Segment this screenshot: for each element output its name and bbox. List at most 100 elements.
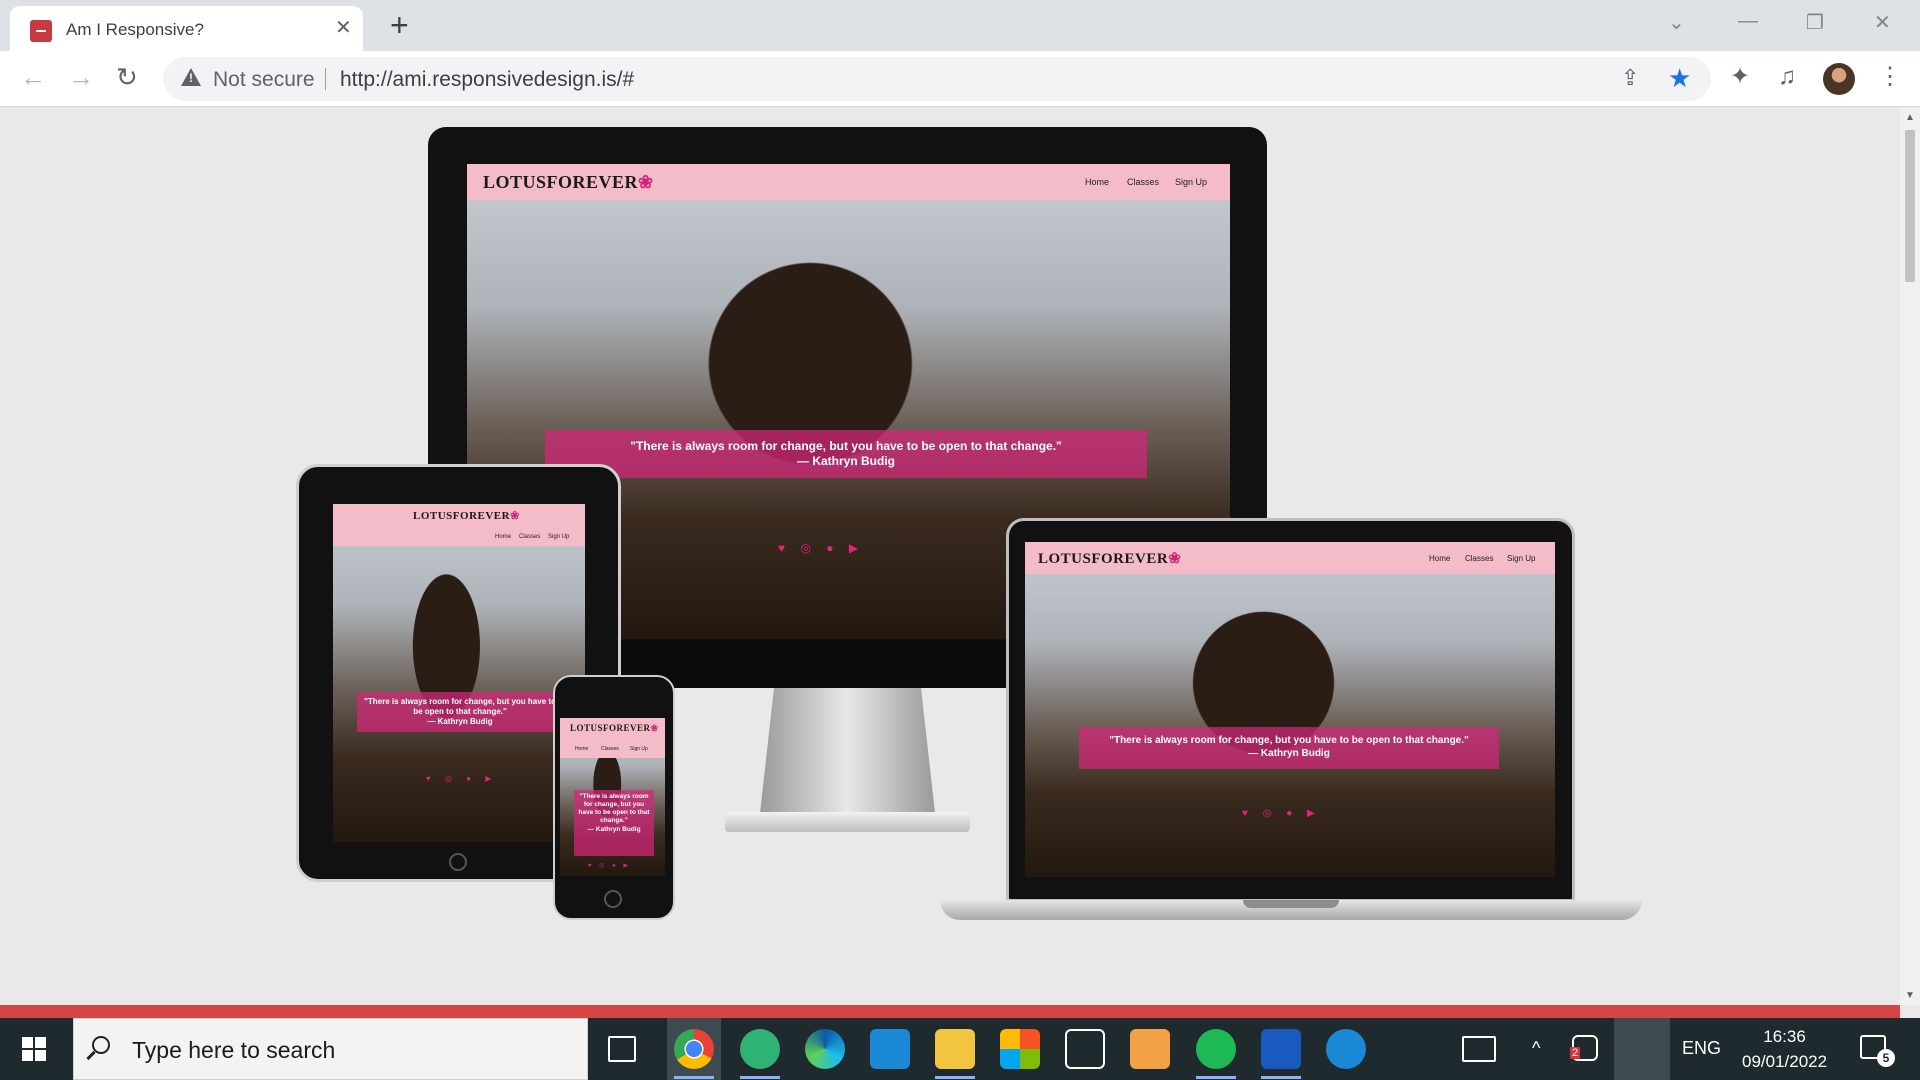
store-icon[interactable] (1000, 1029, 1040, 1069)
scroll-up-arrow-icon[interactable]: ▲ (1905, 112, 1915, 123)
monitor-base (725, 812, 970, 832)
chatgpt-icon[interactable] (740, 1029, 780, 1069)
tablet-home-button (449, 853, 467, 871)
pen-icon[interactable] (1614, 1018, 1670, 1080)
phone-screen: LOTUSFOREVER❀ Home Classes Sign Up "Ther… (560, 718, 665, 876)
dropbox-badge: 2 (1570, 1047, 1581, 1059)
laptop-screen: LOTUSFOREVER❀ Home Classes Sign Up "Ther… (1025, 542, 1555, 877)
tab-search-icon[interactable]: ⌄ (1668, 10, 1685, 35)
site-logo-tablet[interactable]: LOTUSFOREVER❀ (413, 509, 520, 522)
social-icons-laptop[interactable]: ♥ ◎ ● ▶ (1242, 808, 1321, 819)
back-button[interactable]: ← (20, 63, 46, 91)
file-explorer-icon[interactable] (935, 1029, 975, 1069)
app-icon[interactable] (1065, 1029, 1105, 1069)
window-close-button[interactable]: ✕ (1874, 10, 1891, 35)
live-app-icon[interactable] (1130, 1029, 1170, 1069)
scroll-down-arrow-icon[interactable]: ▼ (1905, 990, 1915, 1001)
mail-icon[interactable] (870, 1029, 910, 1069)
site-header-phone: LOTUSFOREVER❀ Home Classes Sign Up (560, 718, 665, 758)
system-clock[interactable]: 16:36 09/01/2022 (1742, 1024, 1827, 1074)
notification-center-icon[interactable]: 5 (1860, 1035, 1895, 1067)
lotus-icon: ❀ (650, 723, 659, 733)
lotus-icon: ❀ (638, 172, 654, 192)
tab-close-icon[interactable]: ✕ (335, 18, 352, 38)
quote-text-tablet: "There is always room for change, but yo… (364, 697, 556, 716)
site-header-tablet: LOTUSFOREVER❀ Home Classes Sign Up (333, 504, 585, 546)
warning-icon[interactable] (181, 68, 201, 86)
language-indicator[interactable]: ENG (1682, 1038, 1721, 1059)
security-label[interactable]: Not secure (213, 68, 315, 92)
explorer-running-indicator (935, 1076, 975, 1079)
profile-avatar[interactable] (1823, 63, 1855, 95)
clock-time: 16:36 (1763, 1027, 1806, 1046)
media-control-icon[interactable]: ♫ (1778, 63, 1796, 91)
quote-author-laptop: — Kathryn Budig (1248, 747, 1330, 759)
spotify-running-indicator (1196, 1076, 1236, 1079)
taskbar-search[interactable]: Type here to search (73, 1018, 588, 1080)
nav-signup-tablet[interactable]: Sign Up (548, 534, 569, 540)
laptop-notch (1243, 900, 1339, 908)
nav-signup[interactable]: Sign Up (1175, 177, 1207, 187)
browser-tab-bar: Am I Responsive? ✕ + ⌄ — ❐ ✕ (0, 0, 1920, 51)
address-bar[interactable]: Not secure http://ami.responsivedesign.i… (163, 57, 1711, 101)
site-logo[interactable]: LOTUSFOREVER❀ (483, 172, 654, 193)
nav-signup-laptop[interactable]: Sign Up (1507, 554, 1535, 563)
browser-tab[interactable]: Am I Responsive? ✕ (10, 6, 363, 51)
lotus-icon: ❀ (510, 510, 520, 522)
nav-home[interactable]: Home (1085, 177, 1109, 187)
nav-classes-laptop[interactable]: Classes (1465, 554, 1493, 563)
nav-home-laptop[interactable]: Home (1429, 554, 1450, 563)
notification-count: 5 (1877, 1049, 1895, 1067)
nav-classes-tablet[interactable]: Classes (519, 534, 540, 540)
browser-menu-icon[interactable]: ⋮ (1878, 63, 1902, 91)
window-restore-button[interactable]: ❐ (1806, 10, 1824, 35)
nav-signup-phone[interactable]: Sign Up (630, 746, 648, 752)
tablet-screen: LOTUSFOREVER❀ Home Classes Sign Up "Ther… (333, 504, 585, 842)
social-icons[interactable]: ♥ ◎ ● ▶ (778, 541, 864, 555)
tray-overflow-icon[interactable]: ^ (1532, 1038, 1540, 1059)
nav-home-phone[interactable]: Home (575, 746, 588, 752)
monitor-stand (760, 688, 935, 813)
scrollbar-thumb[interactable] (1905, 130, 1915, 282)
hero-quote: "There is always room for change, but yo… (545, 430, 1147, 478)
task-view-icon[interactable] (608, 1036, 636, 1062)
social-icons-phone[interactable]: ♥ ◎ ● ▶ (588, 862, 631, 869)
quote-text: "There is always room for change, but yo… (630, 439, 1062, 453)
quote-author: — Kathryn Budig (797, 454, 895, 468)
nav-home-tablet[interactable]: Home (495, 534, 511, 540)
windows-start-icon[interactable] (22, 1037, 46, 1061)
browser-toolbar: ← → ↻ Not secure http://ami.responsivede… (0, 51, 1920, 107)
news-widget-icon[interactable] (1462, 1036, 1496, 1062)
site-logo-phone[interactable]: LOTUSFOREVER❀ (570, 723, 659, 734)
chrome-running-indicator (674, 1076, 714, 1079)
social-icons-tablet[interactable]: ♥ ◎ ● ▶ (426, 774, 497, 783)
bookmark-star-icon[interactable]: ★ (1668, 63, 1691, 94)
word-icon[interactable] (1261, 1029, 1301, 1069)
hero-quote-laptop: "There is always room for change, but yo… (1079, 727, 1499, 769)
window-minimize-button[interactable]: — (1738, 10, 1758, 33)
forward-button[interactable]: → (68, 63, 94, 91)
chrome-icon[interactable] (674, 1029, 714, 1069)
site-logo-laptop[interactable]: LOTUSFOREVER❀ (1038, 549, 1181, 568)
page-footer-strip (0, 1005, 1900, 1018)
tab-title: Am I Responsive? (66, 20, 204, 39)
new-tab-button[interactable]: + (390, 8, 409, 42)
quote-text-laptop: "There is always room for change, but yo… (1109, 735, 1469, 746)
quote-author-phone: — Kathryn Budig (587, 825, 641, 833)
lotus-icon: ❀ (1168, 551, 1182, 567)
spotify-icon[interactable] (1196, 1029, 1236, 1069)
hero-quote-phone: "There is always room for change, but yo… (574, 790, 654, 856)
share-icon[interactable]: ⇪ (1621, 65, 1639, 91)
dropbox-icon[interactable]: 2 (1570, 1035, 1598, 1061)
nav-classes-phone[interactable]: Classes (601, 746, 619, 752)
help-icon[interactable] (1326, 1029, 1366, 1069)
nav-classes[interactable]: Classes (1127, 177, 1159, 187)
page-scrollbar[interactable]: ▲ ▼ (1900, 108, 1920, 1005)
edge-icon[interactable] (805, 1029, 845, 1069)
url-text[interactable]: http://ami.responsivedesign.is/# (340, 68, 634, 92)
address-divider (325, 68, 326, 90)
phone-home-button (604, 890, 622, 908)
reload-button[interactable]: ↻ (116, 63, 138, 91)
quote-text-phone: "There is always room for change, but yo… (578, 793, 650, 825)
extensions-icon[interactable]: ✦ (1730, 63, 1750, 91)
